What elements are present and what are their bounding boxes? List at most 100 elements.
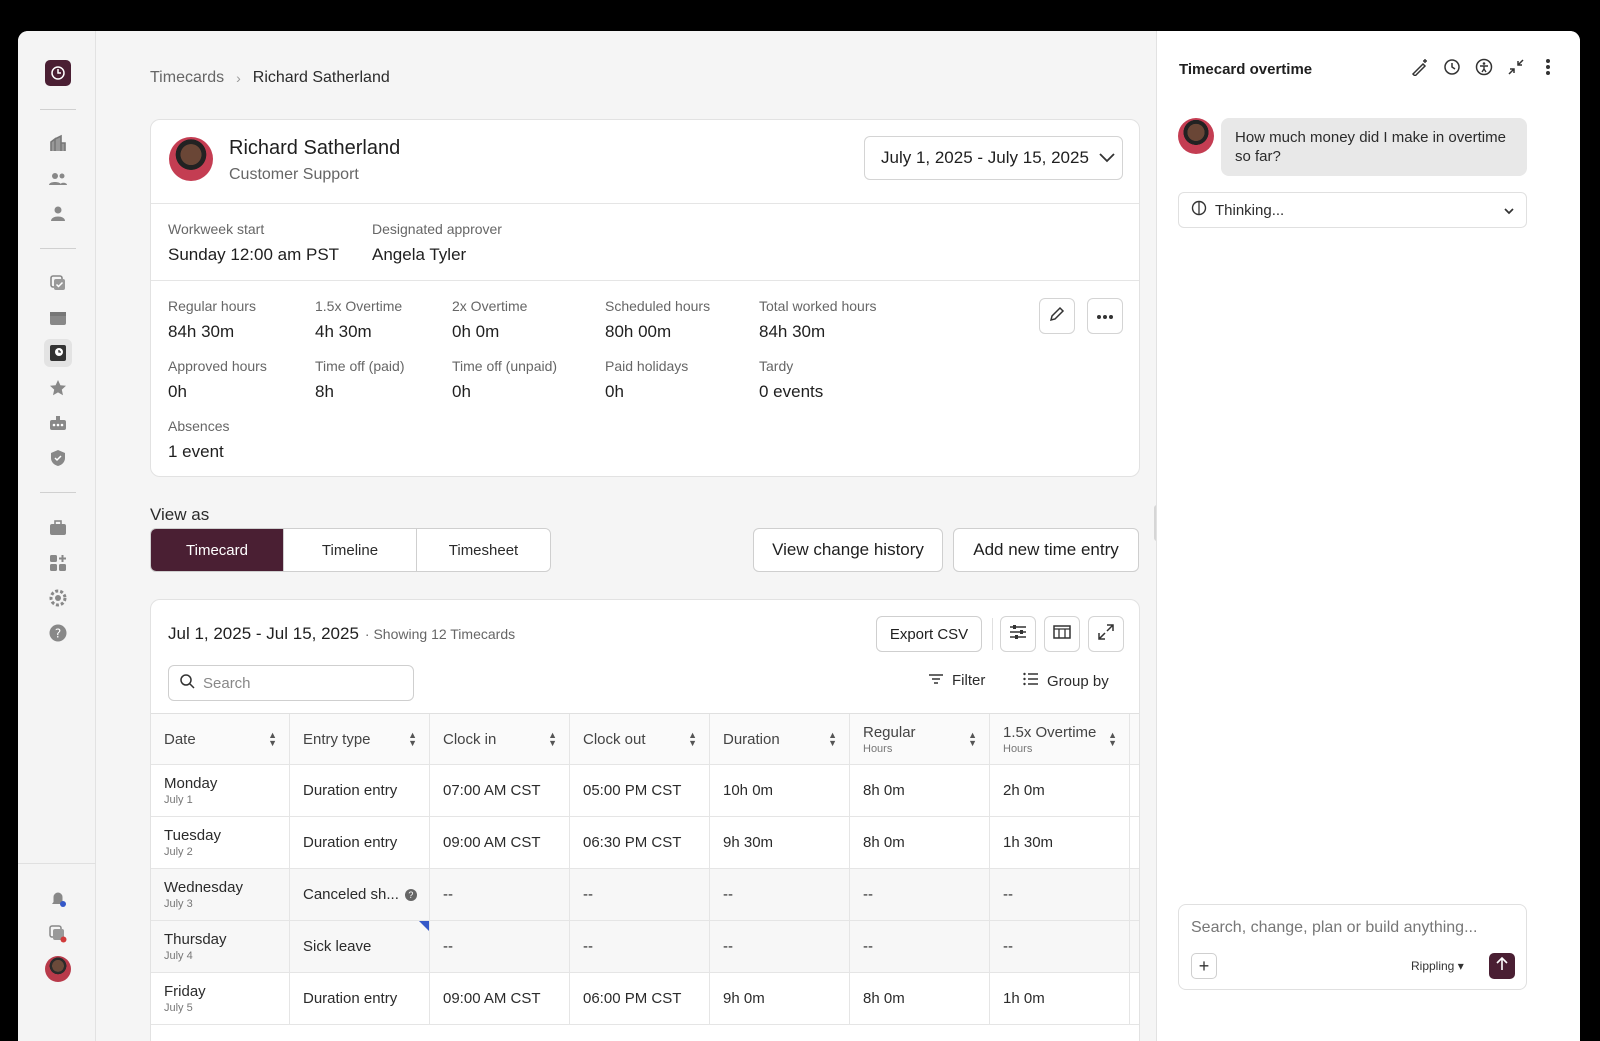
cell-overtime: -- bbox=[990, 869, 1130, 920]
accessibility-icon[interactable] bbox=[1474, 57, 1494, 77]
app-logo[interactable] bbox=[45, 60, 71, 86]
cell-entry-type: Duration entry bbox=[290, 973, 430, 1024]
more-horizontal-icon bbox=[1096, 307, 1114, 325]
stat-regular-hours: Regular hours 84h 30m bbox=[168, 298, 256, 341]
robot-icon[interactable] bbox=[44, 409, 72, 437]
cell-clock-out: -- bbox=[570, 921, 710, 972]
column-header-date[interactable]: Date ▲ ▼ bbox=[151, 714, 290, 764]
breadcrumb: Timecards › Richard Satherland bbox=[150, 69, 390, 87]
column-header-clock-out[interactable]: Clock out ▲ ▼ bbox=[570, 714, 710, 764]
view-change-history-button[interactable]: View change history bbox=[753, 528, 943, 572]
add-time-entry-button[interactable]: Add new time entry bbox=[953, 528, 1139, 572]
cell-regular: 8h 0m bbox=[850, 973, 990, 1024]
group-by-button[interactable]: Group by bbox=[1023, 672, 1109, 690]
sort-icon: ▲ ▼ bbox=[968, 730, 977, 748]
stat-overtime-2x: 2x Overtime 0h 0m bbox=[452, 298, 528, 341]
shield-icon[interactable] bbox=[44, 444, 72, 472]
cell-duration: -- bbox=[710, 921, 850, 972]
cell-clock-out: 05:00 PM CST bbox=[570, 765, 710, 816]
table-row[interactable]: Wednesday July 3 Canceled sh...? -- -- --… bbox=[151, 869, 1139, 921]
cell-regular: 8h 0m bbox=[850, 817, 990, 868]
column-header-overtime[interactable]: 1.5x Overtime Hours ▲ ▼ bbox=[990, 714, 1130, 764]
table-row[interactable]: Monday July 1 Duration entry 07:00 AM CST… bbox=[151, 765, 1139, 817]
table-row[interactable]: Thursday July 4 Sick leave -- -- -- -- -- bbox=[151, 921, 1139, 973]
sort-icon: ▲ ▼ bbox=[268, 730, 277, 748]
more-options-button[interactable] bbox=[1087, 298, 1123, 334]
table-row[interactable]: Friday July 5 Duration entry 09:00 AM CST… bbox=[151, 973, 1139, 1025]
apps-icon[interactable] bbox=[44, 549, 72, 577]
calendar-icon[interactable] bbox=[44, 304, 72, 332]
tab-timesheet[interactable]: Timesheet bbox=[417, 529, 550, 571]
settings-gear-icon[interactable] bbox=[44, 584, 72, 612]
composer-input[interactable]: Search, change, plan or build anything..… bbox=[1191, 919, 1477, 937]
table-count: · Showing 12 Timecards bbox=[364, 626, 516, 642]
tab-timecard[interactable]: Timecard bbox=[151, 529, 284, 571]
star-icon[interactable] bbox=[44, 374, 72, 402]
send-button[interactable] bbox=[1489, 953, 1515, 979]
cell-date: Friday July 5 bbox=[151, 973, 290, 1024]
chat-composer[interactable]: Search, change, plan or build anything..… bbox=[1178, 904, 1527, 990]
cell-overtime: 2h 0m bbox=[990, 765, 1130, 816]
person-icon[interactable] bbox=[44, 200, 72, 228]
table-view-button[interactable] bbox=[1044, 616, 1080, 652]
stat-scheduled-hours: Scheduled hours 80h 00m bbox=[605, 298, 711, 341]
cell-entry-type: Duration entry bbox=[290, 817, 430, 868]
briefcase-icon[interactable] bbox=[44, 514, 72, 542]
cell-clock-in: 09:00 AM CST bbox=[430, 817, 570, 868]
column-settings-button[interactable] bbox=[1000, 616, 1036, 652]
search-input[interactable]: Search bbox=[168, 665, 414, 701]
timecards-table: Date ▲ ▼ Entry type ▲ ▼ Clock in ▲ ▼ Clock out… bbox=[151, 713, 1139, 1025]
tab-timeline[interactable]: Timeline bbox=[284, 529, 417, 571]
more-vertical-icon[interactable] bbox=[1538, 57, 1558, 77]
panel-toolbar bbox=[1410, 57, 1558, 77]
help-icon[interactable]: ? bbox=[44, 619, 72, 647]
cell-date: Tuesday July 2 bbox=[151, 817, 290, 868]
timecards-icon[interactable] bbox=[44, 339, 72, 367]
profile-avatar[interactable] bbox=[44, 955, 72, 983]
view-as-toggle: Timecard Timeline Timesheet bbox=[150, 528, 551, 572]
expand-button[interactable] bbox=[1088, 616, 1124, 652]
magic-pen-icon[interactable] bbox=[1410, 57, 1430, 77]
panel-title: Timecard overtime bbox=[1179, 61, 1313, 78]
breadcrumb-current: Richard Satherland bbox=[252, 69, 390, 86]
stat-total-worked-hours: Total worked hours 84h 30m bbox=[759, 298, 877, 341]
sort-icon: ▲ ▼ bbox=[548, 730, 557, 748]
date-range-dropdown[interactable]: July 1, 2025 - July 15, 2025 bbox=[864, 136, 1123, 180]
export-csv-button[interactable]: Export CSV bbox=[876, 616, 982, 652]
column-header-entry-type[interactable]: Entry type ▲ ▼ bbox=[290, 714, 430, 764]
cell-clock-in: -- bbox=[430, 921, 570, 972]
column-header-duration[interactable]: Duration ▲ ▼ bbox=[710, 714, 850, 764]
breadcrumb-parent[interactable]: Timecards bbox=[150, 69, 224, 87]
cell-entry-type: Canceled sh...? bbox=[290, 869, 430, 920]
column-header-clock-in[interactable]: Clock in ▲ ▼ bbox=[430, 714, 570, 764]
cell-regular: -- bbox=[850, 869, 990, 920]
cell-duration: 9h 0m bbox=[710, 973, 850, 1024]
info-icon[interactable]: ? bbox=[404, 888, 417, 901]
tasks-icon[interactable] bbox=[44, 920, 72, 948]
thinking-status-dropdown[interactable]: Thinking... bbox=[1178, 192, 1527, 228]
collapse-icon[interactable] bbox=[1506, 57, 1526, 77]
approvals-icon[interactable] bbox=[44, 269, 72, 297]
sliders-icon bbox=[1009, 624, 1027, 645]
history-icon[interactable] bbox=[1442, 57, 1462, 77]
table-row[interactable]: Tuesday July 2 Duration entry 09:00 AM CS… bbox=[151, 817, 1139, 869]
model-selector[interactable]: Rippling ▾ bbox=[1411, 959, 1464, 973]
user-avatar bbox=[1178, 118, 1214, 154]
edit-button[interactable] bbox=[1039, 298, 1075, 334]
cell-regular: -- bbox=[850, 921, 990, 972]
stat-time-off-paid: Time off (paid) 8h bbox=[315, 358, 405, 401]
add-attachment-button[interactable]: + bbox=[1191, 953, 1217, 979]
brain-icon bbox=[1191, 200, 1207, 220]
notifications-bell-icon[interactable] bbox=[44, 885, 72, 913]
cell-overtime: 1h 0m bbox=[990, 973, 1130, 1024]
column-header-regular[interactable]: Regular Hours ▲ ▼ bbox=[850, 714, 990, 764]
team-icon[interactable] bbox=[44, 165, 72, 193]
stat-absences: Absences 1 event bbox=[168, 418, 230, 461]
cell-duration: 10h 0m bbox=[710, 765, 850, 816]
filter-button[interactable]: Filter bbox=[928, 672, 985, 689]
comment-flag-icon bbox=[419, 921, 429, 931]
home-icon[interactable] bbox=[44, 130, 72, 158]
search-placeholder: Search bbox=[203, 674, 251, 692]
cell-clock-in: 09:00 AM CST bbox=[430, 973, 570, 1024]
cell-entry-type: Sick leave bbox=[290, 921, 430, 972]
